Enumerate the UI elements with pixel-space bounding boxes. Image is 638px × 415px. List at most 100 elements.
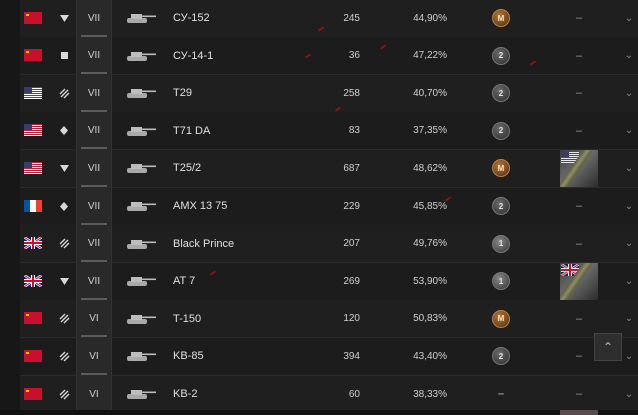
tier-label: VII [76,149,112,187]
tier-label: VII [76,74,112,112]
usa-flag-icon [24,124,42,137]
battles-count: 394 [343,350,360,362]
win-rate: 43,40% [413,350,447,362]
camouflage-empty: – [575,388,583,400]
chevron-down-icon[interactable]: ⌄ [620,0,638,37]
ussr-flag-icon [24,11,42,24]
chevron-down-icon[interactable]: ⌄ [620,75,638,112]
ussr-flag-icon [24,49,42,62]
battles-count: 245 [343,12,360,24]
mastery-badge-cell: – [490,376,512,413]
table-row[interactable]: VII T25/2 687 48,62% M ⌄ [20,149,638,188]
tank-name: KB-2 [173,388,198,400]
heavy-class-icon [56,225,72,262]
tank-silhouette-icon [120,37,162,74]
table-row[interactable]: VI T-150 120 50,83% M – ⌄ [20,300,638,339]
mastery-badge-cell: 2 [490,75,512,112]
camouflage-empty: – [575,312,583,325]
mastery-badge-icon: 1 [492,272,510,291]
tank-name: AT 7 [173,275,196,288]
table-row[interactable]: VII AMX 13 75 229 45,85% 2 – ⌄ [20,187,638,226]
mastery-badge-cell: 1 [490,225,512,262]
mastery-badge-icon: M [492,159,510,178]
camouflage-thumbnail [560,149,598,187]
tank-silhouette-icon [120,225,162,262]
tier-label: VII [76,112,112,150]
mastery-badge-cell: 2 [490,37,512,74]
mastery-badge-icon: 1 [492,234,510,253]
mastery-badge-icon: 2 [492,347,510,366]
mastery-badge-cell: 2 [490,112,512,149]
win-rate: 48,62% [413,162,447,174]
tank-silhouette-icon [120,338,162,375]
table-row[interactable]: VII Black Prince 207 49,76% 1 – ⌄ [20,225,638,264]
light-class-icon [56,112,72,149]
chevron-down-icon[interactable]: ⌄ [620,338,638,375]
tier-label: VII [76,225,112,263]
battles-count: 229 [343,200,360,212]
mastery-badge-icon: – [497,388,505,400]
uk-flag-icon [24,274,42,287]
ussr-flag-icon [24,349,42,362]
tank-name: T25/2 [173,162,202,175]
camouflage-empty: – [575,12,583,24]
table-row[interactable]: VI KB-85 394 43,40% 2 – ⌄ [20,337,638,376]
tier-label: VII [76,187,112,225]
chevron-down-icon[interactable]: ⌄ [620,376,638,413]
chevron-down-icon[interactable]: ⌄ [620,300,638,337]
tank-silhouette-icon [120,75,162,112]
usa-flag-icon [24,86,42,99]
tank-silhouette-icon [120,0,162,37]
mastery-badge-icon: M [492,309,510,328]
light-class-icon [56,188,72,225]
camouflage-empty: – [575,200,583,212]
battles-count: 269 [343,275,360,287]
camouflage-empty: – [575,124,583,137]
heavy-class-icon [56,75,72,112]
tank-silhouette-icon [120,150,162,187]
france-flag-icon [24,199,42,212]
next-row-edge [0,410,638,415]
table-row[interactable]: VII T29 258 40,70% 2– ⌄ [20,74,638,113]
tank-name: KB-85 [173,350,204,363]
chevron-down-icon[interactable]: ⌄ [620,225,638,262]
battles-count: 36 [348,50,360,62]
heavy-class-icon [56,300,72,337]
win-rate: 40,70% [413,87,447,99]
mastery-badge-cell: 2 [490,338,512,375]
table-row[interactable]: VII СУ-152 245 44,90% M – ⌄ [20,0,638,38]
chevron-down-icon[interactable]: ⌄ [620,150,638,187]
win-rate: 37,35% [413,125,447,137]
table-row[interactable]: VII СУ-14-1 36 47,22% 2 – ⌄ [20,37,638,76]
win-rate: 49,76% [413,238,447,250]
heavy-class-icon [56,338,72,375]
tier-label: VII [76,0,112,37]
tank-name: СУ-152 [173,12,210,24]
tank-name: Black Prince [173,237,235,250]
tank-silhouette-icon [120,263,162,300]
win-rate: 50,83% [413,313,447,325]
tank-name: СУ-14-1 [173,49,214,62]
ussr-flag-icon [24,387,42,400]
mastery-badge-icon: 2 [492,46,510,65]
mastery-badge-cell: 1 [490,263,512,300]
ussr-flag-icon [24,312,42,325]
mastery-badge-cell: M [490,0,512,37]
battles-count: 687 [343,162,360,174]
table-row[interactable]: VI KB-2 60 38,33% – – ⌄ [20,375,638,414]
camouflage-empty: – [575,350,583,363]
table-row[interactable]: VII AT 7 269 53,90% 1 ⌄ [20,262,638,301]
chevron-down-icon[interactable]: ⌄ [620,112,638,149]
heavy-class-icon [56,376,72,413]
chevron-down-icon[interactable]: ⌄ [620,263,638,300]
mastery-badge-icon: 2 [492,121,510,140]
chevron-down-icon[interactable]: ⌄ [620,188,638,225]
win-rate: 53,90% [413,275,447,287]
table-row[interactable]: VII T71 DA 83 37,35% 2 – ⌄ [20,112,638,151]
chevron-down-icon[interactable]: ⌄ [620,37,638,74]
win-rate: 44,90% [413,12,447,24]
tank-silhouette-icon [120,300,162,337]
win-rate: 45,85% [413,200,447,212]
scroll-to-top-button[interactable]: ⌃ [594,333,622,361]
battles-count: 120 [343,313,360,325]
